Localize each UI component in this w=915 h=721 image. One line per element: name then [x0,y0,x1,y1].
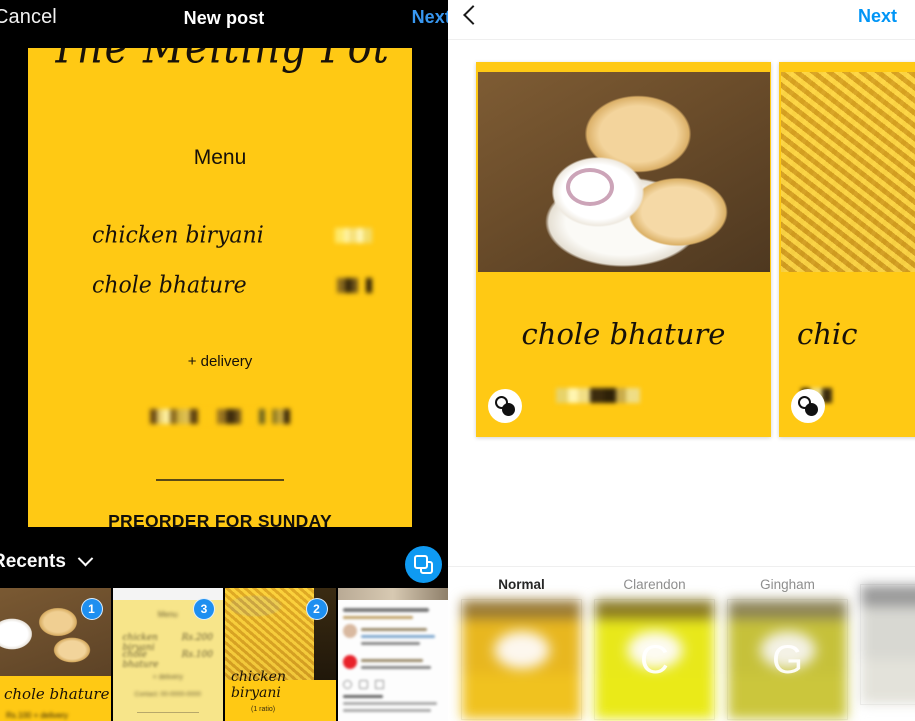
thumbnail-contact: Contact: 00-0000-0000 [134,691,202,698]
selection-badge[interactable]: 2 [305,598,328,620]
adjust-filter-button[interactable] [791,389,825,423]
filter-option-clarendon[interactable]: Clarendon C [595,577,714,719]
thumbnail-delivery: + delivery [152,674,183,681]
picker-header: Cancel New post Next [0,0,448,44]
multi-select-icon [414,555,433,574]
thumbnail-subcaption: (1 ratio) [251,706,276,713]
album-label: Recents [0,551,66,572]
instagram-new-post-screen: Cancel New post Next The Melting Pot Men… [0,0,915,721]
filter-strip: Normal Clarendon C Gingham G [448,566,915,721]
gallery-thumbnail[interactable]: chicken biryani (1 ratio) 2 [225,588,336,721]
flyer-contact-redacted [28,408,412,426]
filter-name: Clarendon [623,577,686,592]
filter-thumbnail[interactable]: C [595,600,714,719]
thumbnail-row-price: Rs.100 [181,650,213,660]
filter-letter: C [640,638,669,682]
gallery-thumbnail-grid: chole bhature Rs.100 + delivery 1 Menu c… [0,588,448,721]
filter-name: Normal [498,577,545,592]
card-price-redacted [556,387,640,405]
flyer-item-price-redacted [337,277,372,295]
card-label: chic [797,317,858,351]
media-carousel[interactable]: chole bhature chic [448,62,915,437]
flyer-delivery-note: + delivery [187,353,253,370]
adjust-filter-icon [798,396,818,416]
thumbnail-row-name: chole bhature [122,650,159,670]
flyer-divider [156,479,284,481]
filter-list[interactable]: Normal Clarendon C Gingham G [462,577,915,719]
editor-header: Next [448,0,915,40]
filter-option-normal[interactable]: Normal [462,577,581,719]
card-photo [478,72,770,272]
flyer-item-name: chole bhature [92,272,247,299]
next-button[interactable]: Next [858,6,897,27]
flyer-menu-row: chole bhature [92,272,372,299]
album-dropdown[interactable]: Recents [0,551,94,573]
thumbnail-divider [136,712,199,713]
filter-thumbnail[interactable]: G [728,600,847,719]
filter-option-next[interactable] [861,577,915,719]
gallery-thumbnail[interactable]: chole bhature Rs.100 + delivery 1 [0,588,111,721]
selection-badge[interactable]: 1 [80,598,103,620]
thumbnail-subcaption: Rs.100 + delivery [6,711,69,720]
flyer-menu-heading: Menu [193,146,247,169]
thumbnail-caption: chole bhature [4,685,110,703]
filter-thumbnail[interactable] [861,585,915,704]
selected-image-preview[interactable]: The Melting Pot Menu chicken biryani cho… [28,48,412,527]
album-selector-bar: Recents [0,545,448,585]
next-button[interactable]: Next [412,7,448,28]
post-editor-panel: Next chole bhature chic Normal Clarendon… [448,0,915,721]
card-label: chole bhature [521,317,726,351]
menu-flyer: The Melting Pot Menu chicken biryani cho… [28,48,412,527]
adjust-filter-icon [495,396,515,416]
adjust-filter-button[interactable] [488,389,522,423]
filter-letter: G [771,638,804,682]
gallery-thumbnail[interactable] [337,588,449,721]
multi-select-button[interactable] [405,546,442,583]
selection-badge[interactable]: 3 [193,598,215,620]
page-title: New post [183,8,265,28]
filter-thumbnail[interactable] [462,600,581,719]
filter-option-gingham[interactable]: Gingham G [728,577,847,719]
filter-name: Gingham [760,577,815,592]
gallery-thumbnail[interactable]: Menu chicken biryani Rs.200 chole bhatur… [112,588,223,721]
flyer-cta-text: PREORDER FOR SUNDAY [108,511,332,527]
flyer-item-name: chicken biryani [92,222,264,249]
back-chevron-icon[interactable] [463,5,483,25]
card-photo [781,72,915,272]
thumbnail-screenshot-content [338,588,449,721]
flyer-menu-row: chicken biryani [92,222,372,249]
flyer-item-price-redacted [335,227,372,245]
flyer-brand-name: The Melting Pot [28,48,412,74]
carousel-card[interactable]: chole bhature [476,62,771,437]
carousel-card[interactable]: chic [779,62,915,437]
filter-preview-image [861,585,915,704]
new-post-picker-panel: Cancel New post Next The Melting Pot Men… [0,0,448,721]
thumbnail-caption: chicken biryani [231,669,286,701]
filter-preview-image [462,600,581,719]
chevron-down-icon [77,551,94,567]
